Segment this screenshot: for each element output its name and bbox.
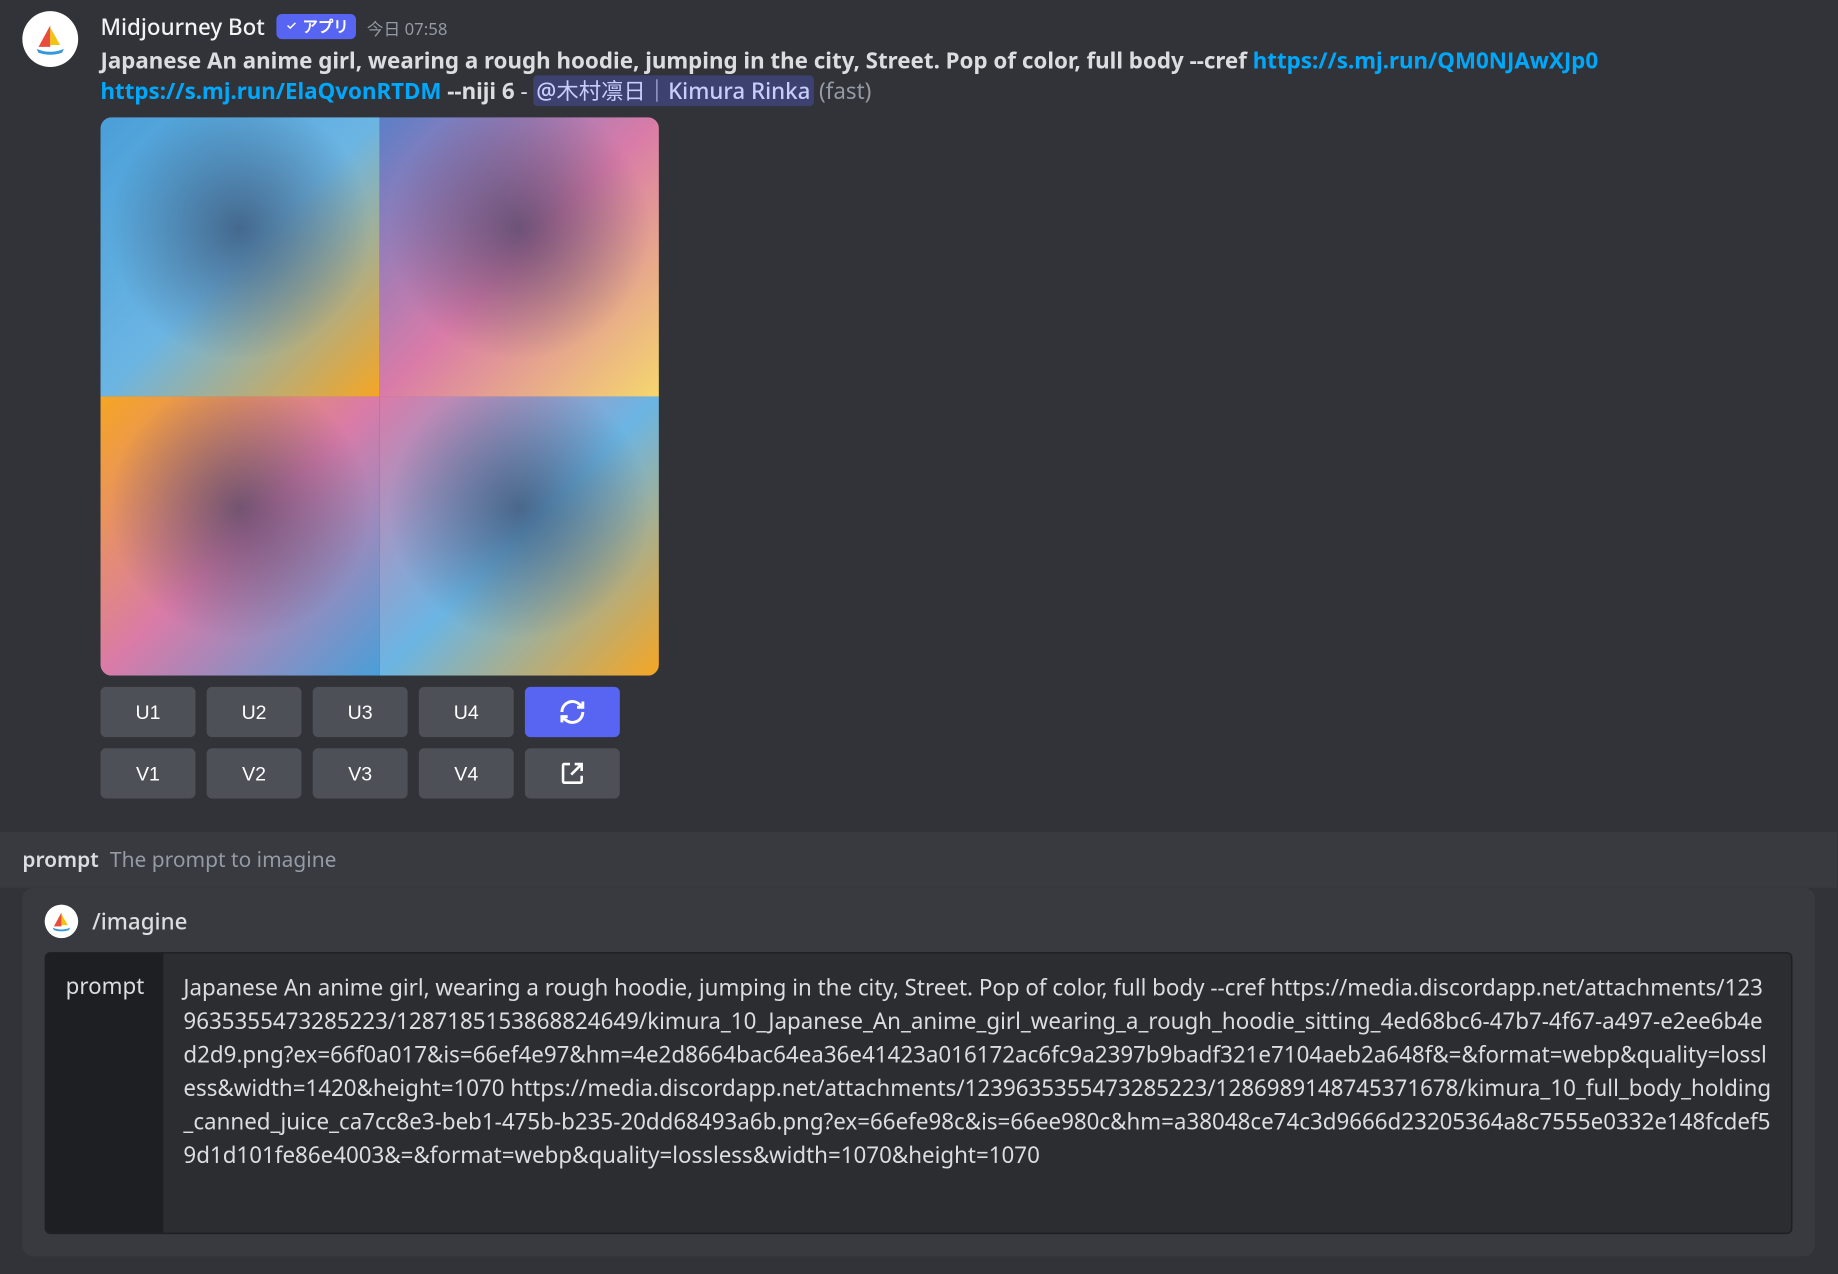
bot-message: Midjourney Bot アプリ 今日 07:58 Japanese An … <box>0 0 1837 821</box>
generated-image-grid[interactable] <box>101 117 659 675</box>
timestamp: 今日 07:58 <box>367 17 448 41</box>
cref-flag: --cref <box>1184 45 1253 76</box>
action-buttons: U1 U2 U3 U4 V1 V2 V3 V4 <box>101 687 1771 799</box>
user-mention[interactable]: @木村凛日｜Kimura Rinka <box>534 75 814 106</box>
reroll-icon <box>558 698 586 726</box>
verified-check-icon <box>283 18 300 35</box>
upscale-3-button[interactable]: U3 <box>313 687 408 737</box>
sailboat-icon <box>49 909 74 934</box>
slash-command: /imagine <box>92 906 187 937</box>
hint-description: The prompt to imagine <box>110 846 337 874</box>
message-content: Japanese An anime girl, wearing a rough … <box>101 45 1771 106</box>
bot-tag-label: アプリ <box>303 15 349 37</box>
variation-2-button[interactable]: V2 <box>207 748 302 798</box>
bot-tag: アプリ <box>276 14 356 39</box>
autocomplete-hint[interactable]: prompt The prompt to imagine <box>0 832 1837 888</box>
command-bot-avatar <box>45 905 79 939</box>
variation-3-button[interactable]: V3 <box>313 748 408 798</box>
bot-avatar[interactable] <box>22 11 78 67</box>
sailboat-icon <box>31 20 70 59</box>
variation-4-button[interactable]: V4 <box>419 748 514 798</box>
hint-name: prompt <box>22 846 98 874</box>
separator-dash: - <box>515 75 534 106</box>
upscale-4-button[interactable]: U4 <box>419 687 514 737</box>
prompt-description: Japanese An anime girl, wearing a rough … <box>101 45 1184 76</box>
command-input-area: /imagine prompt Japanese An anime girl, … <box>22 888 1814 1257</box>
upscale-1-button[interactable]: U1 <box>101 687 196 737</box>
upscale-2-button[interactable]: U2 <box>207 687 302 737</box>
cref-link-1[interactable]: https://s.mj.run/QM0NJAwXJp0 <box>1253 45 1598 76</box>
variation-1-button[interactable]: V1 <box>101 748 196 798</box>
fast-mode-label: (fast) <box>813 75 871 106</box>
prompt-field[interactable]: prompt Japanese An anime girl, wearing a… <box>45 952 1793 1234</box>
image-quadrant-4 <box>380 396 659 675</box>
niji-flag: --niji 6 <box>441 75 514 106</box>
external-link-icon <box>558 759 586 787</box>
image-quadrant-2 <box>380 117 659 396</box>
cref-link-2[interactable]: https://s.mj.run/ElaQvonRTDM <box>101 75 442 106</box>
open-external-button[interactable] <box>525 748 620 798</box>
prompt-field-label: prompt <box>46 953 164 1232</box>
image-quadrant-1 <box>101 117 380 396</box>
image-quadrant-3 <box>101 396 380 675</box>
prompt-field-value[interactable]: Japanese An anime girl, wearing a rough … <box>164 953 1791 1232</box>
username[interactable]: Midjourney Bot <box>101 11 265 42</box>
reroll-button[interactable] <box>525 687 620 737</box>
